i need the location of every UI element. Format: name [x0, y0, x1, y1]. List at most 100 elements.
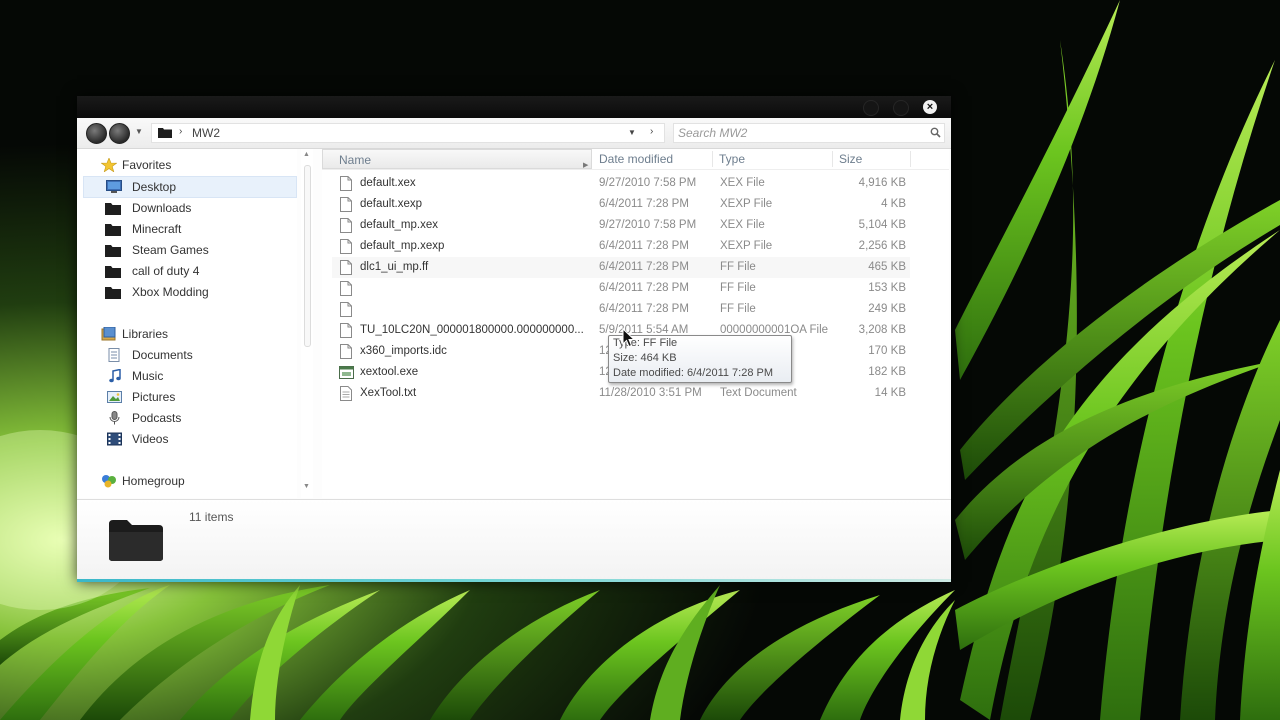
sidebar-item-label: Minecraft — [132, 222, 182, 236]
file-icon — [340, 239, 352, 254]
homegroup-icon — [102, 475, 116, 488]
sidebar-item-label: call of duty 4 — [132, 264, 200, 278]
pictures-icon — [107, 391, 122, 403]
file-type: Text Document — [720, 387, 797, 399]
scrollbar-thumb[interactable] — [304, 165, 311, 347]
breadcrumb-separator[interactable]: › — [179, 126, 182, 137]
file-row[interactable]: default.xexp 6/4/2011 7:28 PM XEXP File 4 K… — [332, 194, 910, 215]
file-type: XEXP File — [720, 240, 773, 252]
file-date: 6/4/2011 7:28 PM — [599, 303, 689, 315]
sidebar-item-call-of-duty-4[interactable]: call of duty 4 — [105, 261, 285, 281]
folder-icon — [105, 224, 121, 236]
nav-homegroup[interactable]: Homegroup — [97, 471, 277, 491]
file-row[interactable]: XexTool.txt 11/28/2010 3:51 PM Text Docume… — [332, 383, 910, 404]
navigation-pane: Favorites Desktop Downloads Minecraft St… — [77, 149, 297, 498]
sidebar-item-documents[interactable]: Documents — [105, 345, 285, 365]
folder-icon — [105, 287, 121, 299]
file-date: 6/4/2011 7:28 PM — [599, 282, 689, 294]
sidebar-item-desktop[interactable]: Desktop — [83, 176, 297, 198]
file-row[interactable]: 6/4/2011 7:28 PM FF File 249 KB — [332, 299, 910, 320]
file-date: 6/4/2011 7:28 PM — [599, 240, 689, 252]
column-header-type[interactable]: Type — [719, 149, 831, 169]
file-date: 9/27/2010 7:58 PM — [599, 219, 697, 231]
file-date: 6/4/2011 7:28 PM — [599, 261, 689, 273]
search-box[interactable] — [673, 123, 945, 143]
text-file-icon — [340, 386, 352, 401]
sidebar-item-steam-games[interactable]: Steam Games — [105, 240, 285, 260]
maximize-button[interactable] — [893, 100, 909, 116]
scroll-up-icon[interactable]: ▲ — [303, 151, 310, 158]
explorer-window: × ▼ › MW2 ▼ › Favorites — [77, 96, 951, 582]
breadcrumb-current-folder[interactable]: MW2 — [192, 126, 220, 140]
scroll-down-icon[interactable]: ▼ — [303, 483, 310, 490]
forward-button[interactable] — [109, 123, 130, 144]
minimize-button[interactable] — [863, 100, 879, 116]
sidebar-item-xbox-modding[interactable]: Xbox Modding — [105, 282, 285, 302]
mouse-cursor-icon — [622, 328, 635, 348]
documents-icon — [108, 348, 120, 362]
sidebar-item-label: Podcasts — [132, 411, 182, 425]
address-bar[interactable]: › MW2 ▼ › — [151, 123, 665, 143]
desktop-icon — [106, 180, 122, 193]
sidebar-item-videos[interactable]: Videos — [105, 429, 285, 449]
sidebar-item-label: Steam Games — [132, 243, 209, 257]
folder-icon — [105, 203, 121, 215]
file-tooltip: Type: FF File Size: 464 KB Date modified… — [608, 335, 792, 383]
close-button[interactable]: × — [923, 100, 937, 114]
sidebar-item-minecraft[interactable]: Minecraft — [105, 219, 285, 239]
nav-libraries[interactable]: Libraries — [97, 324, 277, 344]
file-size: 170 KB — [868, 345, 906, 357]
file-size: 2,256 KB — [858, 240, 906, 252]
sidebar-item-podcasts[interactable]: Podcasts — [105, 408, 285, 428]
tooltip-date: Date modified: 6/4/2011 7:28 PM — [613, 367, 774, 379]
refresh-icon[interactable]: › — [650, 126, 653, 137]
column-divider[interactable] — [910, 151, 911, 167]
search-input[interactable] — [678, 125, 918, 140]
file-icon — [340, 344, 352, 359]
title-bar[interactable]: × — [77, 96, 951, 118]
sidebar-item-music[interactable]: Music — [105, 366, 285, 386]
file-size: 249 KB — [868, 303, 906, 315]
window-accent-line — [77, 579, 951, 582]
file-date: 6/4/2011 7:28 PM — [599, 198, 689, 210]
file-size: 4,916 KB — [858, 177, 906, 189]
sidebar-item-label: Videos — [132, 432, 169, 446]
sidebar-item-label: Downloads — [132, 201, 192, 215]
file-row[interactable]: default_mp.xexp 6/4/2011 7:28 PM XEXP File… — [332, 236, 910, 257]
file-row[interactable]: default.xex 9/27/2010 7:58 PM XEX File 4,91… — [332, 173, 910, 194]
file-icon — [340, 197, 352, 212]
address-dropdown-icon[interactable]: ▼ — [628, 128, 636, 137]
nav-favorites[interactable]: Favorites — [97, 155, 277, 175]
file-row[interactable]: 6/4/2011 7:28 PM FF File 153 KB — [332, 278, 910, 299]
file-row[interactable]: default_mp.xex 9/27/2010 7:58 PM XEX File 5… — [332, 215, 910, 236]
recent-pages-dropdown-icon[interactable]: ▼ — [135, 127, 143, 136]
sidebar-item-label: Pictures — [132, 390, 176, 404]
tooltip-size: Size: 464 KB — [613, 352, 677, 364]
column-header-date[interactable]: Date modified — [599, 149, 713, 169]
column-header-size[interactable]: Size — [839, 149, 907, 169]
file-icon — [340, 260, 352, 275]
file-icon — [340, 323, 352, 338]
file-size: 4 KB — [881, 198, 906, 210]
file-type: FF File — [720, 282, 756, 294]
file-row[interactable]: dlc1_ui_mp.ff 6/4/2011 7:28 PM FF File 465 … — [332, 257, 910, 278]
podcasts-icon — [109, 411, 120, 425]
column-header-name[interactable]: Name ▶ — [322, 149, 592, 169]
file-size: 465 KB — [868, 261, 906, 273]
sidebar-item-downloads[interactable]: Downloads — [105, 198, 285, 218]
file-icon — [340, 176, 352, 191]
nav-favorites-label: Favorites — [122, 158, 172, 172]
file-type: FF File — [720, 303, 756, 315]
music-icon — [109, 369, 121, 383]
search-icon[interactable] — [930, 127, 941, 138]
navigation-scrollbar[interactable]: ▲ ▼ — [301, 149, 313, 498]
back-button[interactable] — [86, 123, 107, 144]
sidebar-item-pictures[interactable]: Pictures — [105, 387, 285, 407]
sidebar-item-label: Documents — [132, 348, 193, 362]
navigation-bar: ▼ › MW2 ▼ › — [77, 118, 951, 149]
sidebar-item-label: Xbox Modding — [132, 285, 209, 299]
column-divider[interactable] — [832, 151, 833, 167]
file-name: xextool.exe — [360, 366, 419, 378]
file-type: FF File — [720, 261, 756, 273]
file-date: 11/28/2010 3:51 PM — [599, 387, 702, 399]
